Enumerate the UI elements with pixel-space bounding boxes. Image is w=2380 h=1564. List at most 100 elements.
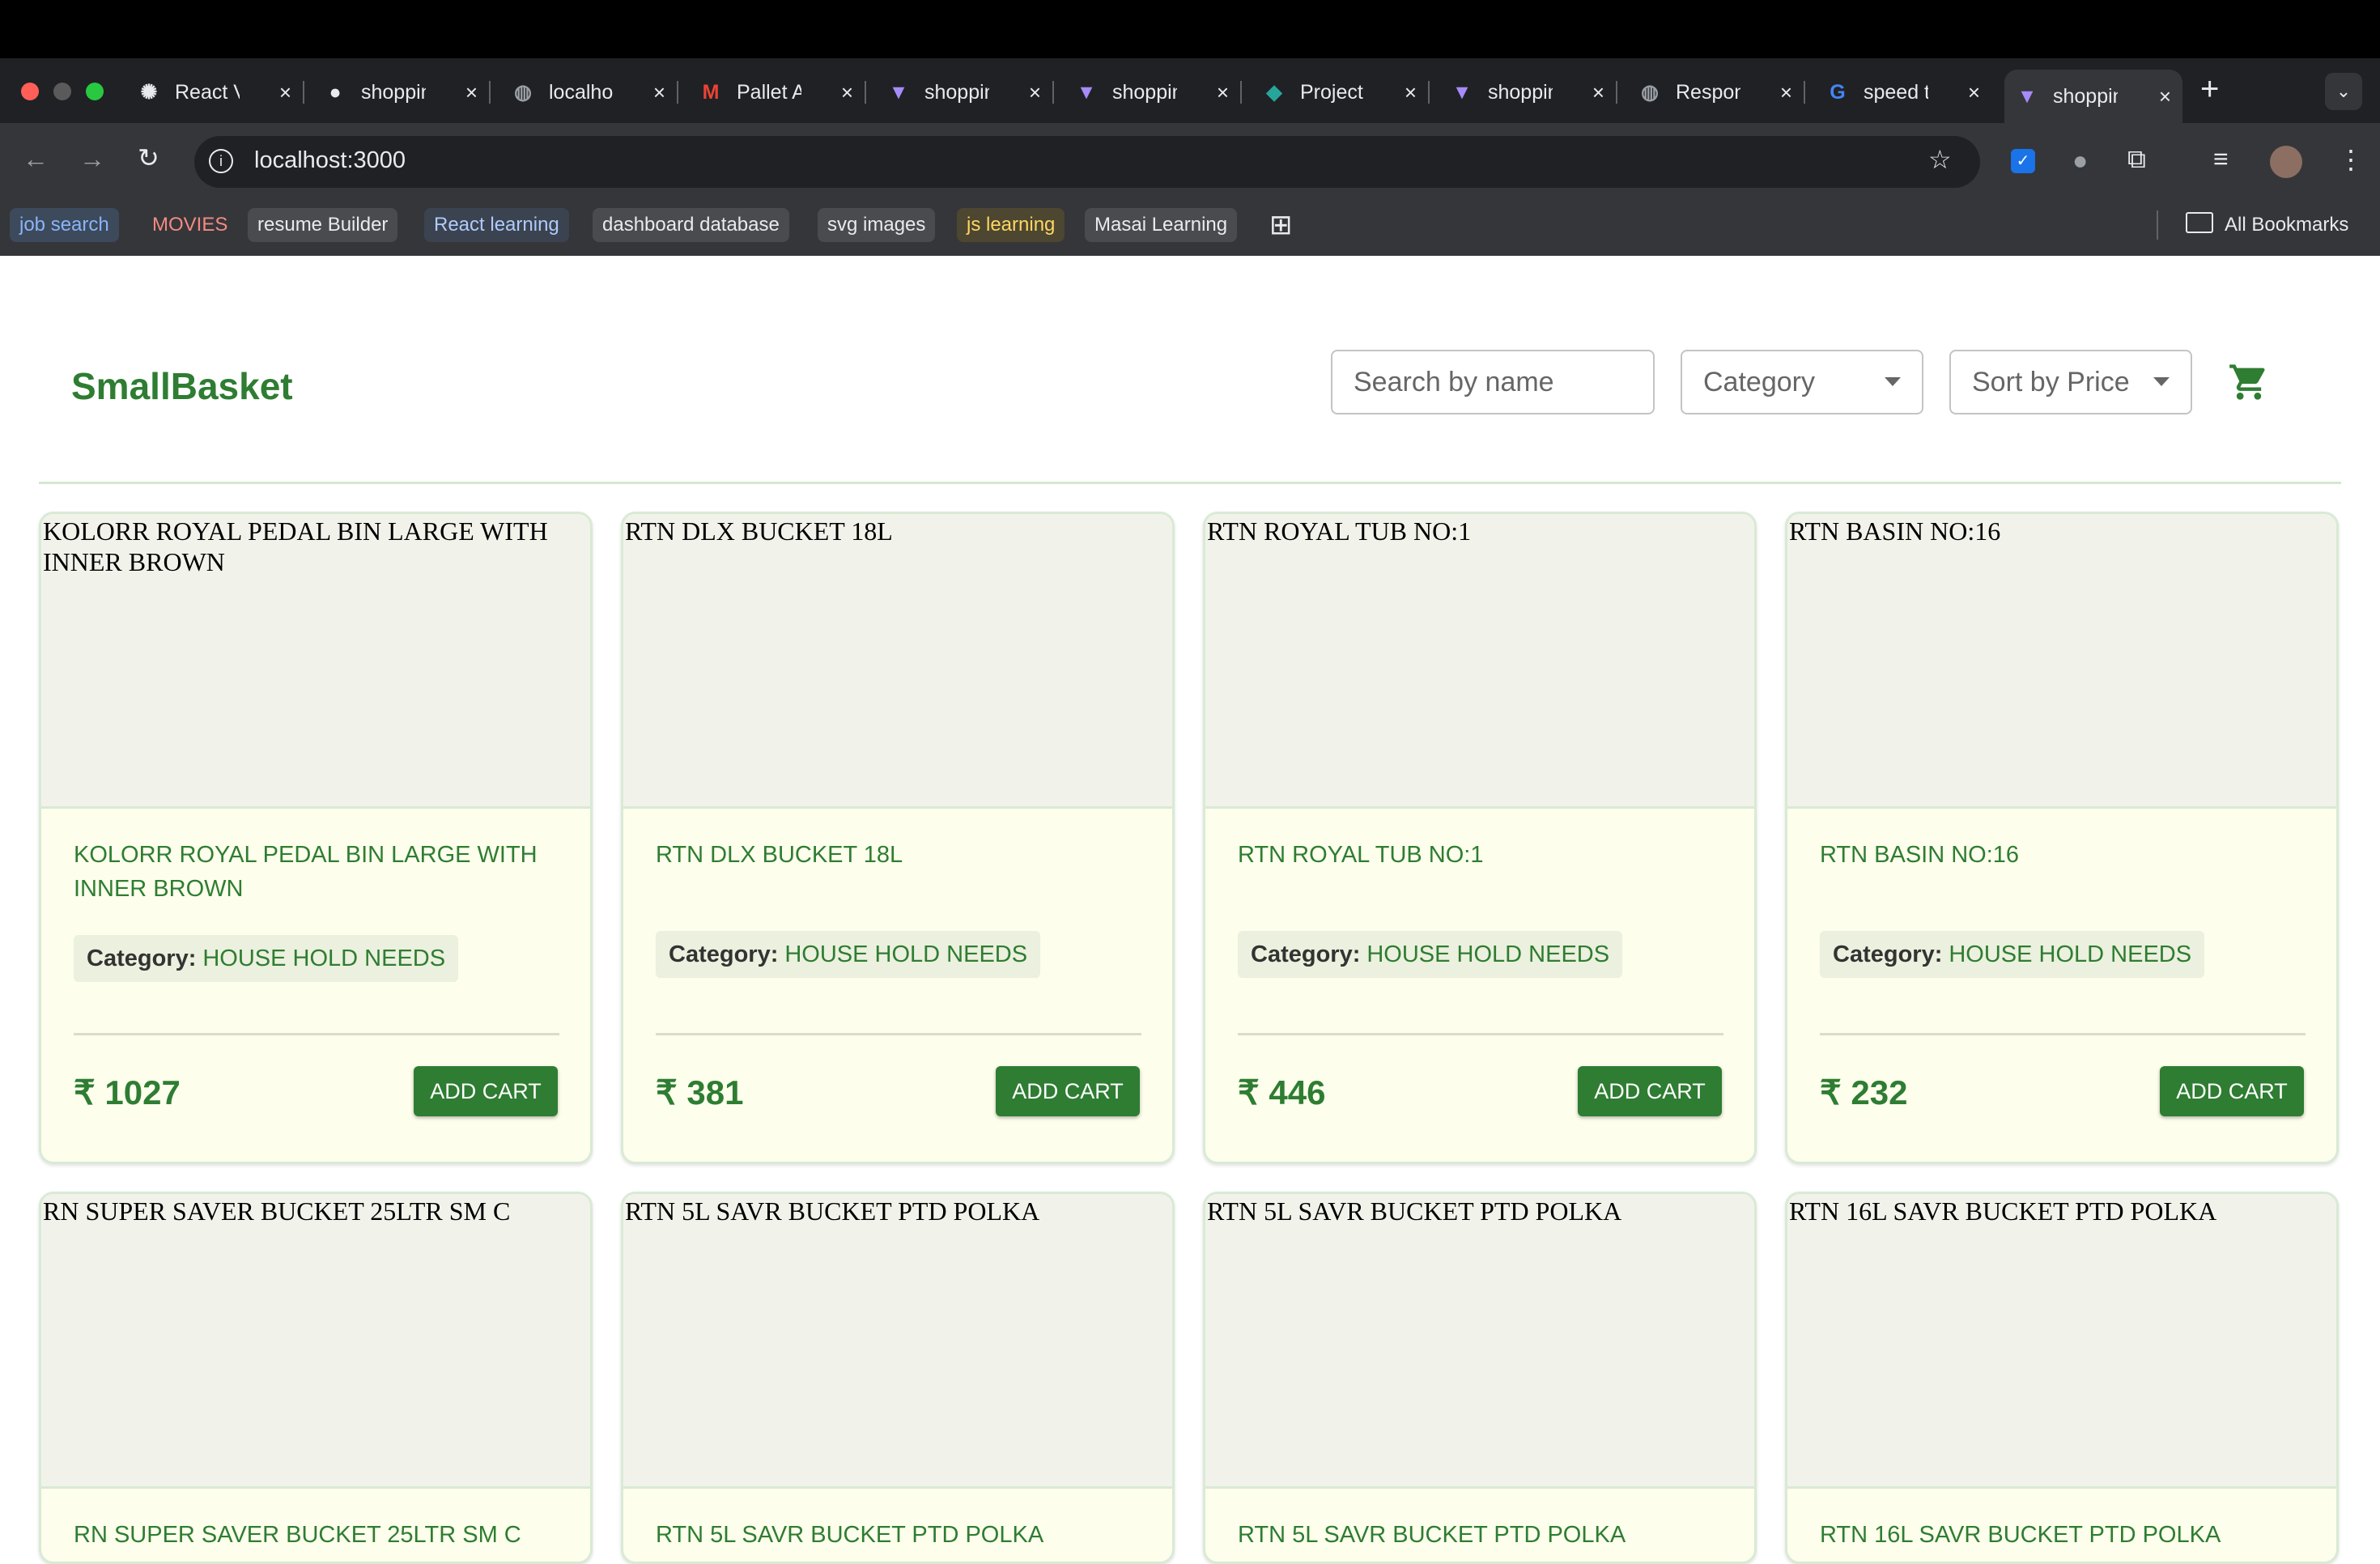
add-cart-button[interactable]: ADD CART xyxy=(2160,1066,2304,1116)
close-tab-icon[interactable]: × xyxy=(279,80,291,105)
tab-separator xyxy=(1052,81,1054,104)
chevron-down-icon xyxy=(1885,377,1901,386)
product-card[interactable]: RTN ROYAL TUB NO:1 RTN ROYAL TUB NO:1 Cate… xyxy=(1203,512,1757,1164)
product-image: RTN DLX BUCKET 18L xyxy=(623,514,1172,809)
bookmark-item[interactable]: MOVIES xyxy=(142,208,238,242)
product-image: RTN ROYAL TUB NO:1 xyxy=(1205,514,1754,809)
site-logo[interactable]: SmallBasket xyxy=(71,364,293,408)
tab-separator xyxy=(1804,81,1805,104)
close-tab-icon[interactable]: × xyxy=(1029,80,1041,105)
close-tab-icon[interactable]: × xyxy=(1217,80,1229,105)
new-tab-icon[interactable]: + xyxy=(2200,71,2219,108)
vite-icon: ▼ xyxy=(1076,80,1097,104)
browser-tab[interactable]: Gspeed t × xyxy=(1826,70,1980,115)
close-window-button[interactable] xyxy=(21,83,39,100)
bookmark-item[interactable]: React learning xyxy=(424,208,569,242)
close-tab-icon[interactable]: × xyxy=(653,80,665,105)
close-tab-icon[interactable]: × xyxy=(1968,80,1980,105)
tab-title: speed t xyxy=(1864,80,1928,104)
bookmark-item[interactable]: js learning xyxy=(957,208,1065,242)
bookmark-item[interactable]: svg images xyxy=(818,208,936,242)
product-image-alt: RTN 5L SAVR BUCKET PTD POLKA xyxy=(1207,1196,1622,1226)
product-card[interactable]: RTN 5L SAVR BUCKET PTD POLKA RTN 5L SAVR … xyxy=(621,1192,1175,1564)
product-price: ₹ 1027 xyxy=(74,1073,181,1111)
zoom-window-button[interactable] xyxy=(86,83,104,100)
add-cart-button[interactable]: ADD CART xyxy=(414,1066,558,1116)
sort-select[interactable]: Sort by Price xyxy=(1949,350,2192,414)
browser-tab[interactable]: ▼ shoppin × xyxy=(1451,70,1604,115)
tab-separator xyxy=(303,81,304,104)
bookmark-star-icon[interactable]: ☆ xyxy=(1928,144,1952,175)
product-title: RTN 16L SAVR BUCKET PTD POLKA xyxy=(1820,1522,2221,1548)
chevron-down-icon xyxy=(2153,377,2170,386)
diamond-icon: ◆ xyxy=(1266,81,1282,104)
product-title: RTN 5L SAVR BUCKET PTD POLKA xyxy=(656,1522,1044,1548)
browser-tab[interactable]: ▼ shoppin × xyxy=(1075,70,1229,115)
product-title: RN SUPER SAVER BUCKET 25LTR SM C xyxy=(74,1522,521,1548)
product-image-alt: RTN DLX BUCKET 18L xyxy=(625,516,893,546)
category-value: HOUSE HOLD NEEDS xyxy=(784,941,1028,967)
bookmark-item[interactable]: Masai Learning xyxy=(1085,208,1238,242)
media-control-icon[interactable]: ≡ xyxy=(2213,144,2229,174)
bookmark-item[interactable]: resume Builder xyxy=(248,208,398,242)
product-card[interactable]: RTN DLX BUCKET 18L RTN DLX BUCKET 18L Cate… xyxy=(621,512,1175,1164)
search-input[interactable]: Search by name xyxy=(1331,350,1655,414)
product-card[interactable]: KOLORR ROYAL PEDAL BIN LARGE WITH INNER … xyxy=(39,512,593,1164)
close-tab-icon[interactable]: × xyxy=(1405,80,1417,105)
product-image-alt: RTN 5L SAVR BUCKET PTD POLKA xyxy=(625,1196,1040,1226)
browser-tab[interactable]: ▼ shoppin × xyxy=(2004,70,2182,123)
apps-grid-icon[interactable]: ⊞ xyxy=(1269,209,1293,241)
close-tab-icon[interactable]: × xyxy=(841,80,853,105)
browser-tab[interactable]: ◆ Project × xyxy=(1263,70,1417,115)
bookmark-item[interactable]: job search xyxy=(10,208,119,242)
product-image-alt: KOLORR ROYAL PEDAL BIN LARGE WITH INNER … xyxy=(43,516,548,576)
browser-tab[interactable]: ● shoppin × xyxy=(324,70,478,115)
bookmark-item[interactable]: dashboard database xyxy=(593,208,789,242)
product-price: ₹ 232 xyxy=(1820,1073,1908,1111)
forward-icon[interactable]: → xyxy=(79,144,105,174)
address-bar[interactable] xyxy=(194,136,1980,188)
close-tab-icon[interactable]: × xyxy=(1780,80,1792,105)
close-tab-icon[interactable]: × xyxy=(1592,80,1604,105)
product-card[interactable]: RTN 5L SAVR BUCKET PTD POLKA RTN 5L SAVR … xyxy=(1203,1192,1757,1564)
category-value: HOUSE HOLD NEEDS xyxy=(1949,941,2192,967)
browser-tab[interactable]: ◍ localhos × xyxy=(512,70,665,115)
close-tab-icon[interactable]: × xyxy=(2159,84,2171,109)
tab-title: shoppin xyxy=(361,80,426,104)
product-card[interactable]: RN SUPER SAVER BUCKET 25LTR SM C RN SUPER… xyxy=(39,1192,593,1564)
add-cart-button[interactable]: ADD CART xyxy=(996,1066,1140,1116)
product-image: KOLORR ROYAL PEDAL BIN LARGE WITH INNER … xyxy=(41,514,590,809)
extension-icon[interactable]: ● xyxy=(2072,146,2088,176)
product-card[interactable]: RTN 16L SAVR BUCKET PTD POLKA RTN 16L SAV… xyxy=(1785,1192,2339,1564)
folder-icon[interactable] xyxy=(2186,212,2213,233)
all-bookmarks[interactable]: All Bookmarks xyxy=(2225,214,2348,236)
browser-tab[interactable]: ✺ React V × xyxy=(138,70,291,115)
browser-tab[interactable]: M Pallet A × xyxy=(699,70,853,115)
product-card[interactable]: RTN BASIN NO:16 RTN BASIN NO:16 Category: H… xyxy=(1785,512,2339,1164)
minimize-window-button[interactable] xyxy=(53,83,71,100)
tab-search-icon[interactable]: ⌄ xyxy=(2325,73,2362,110)
product-image: RTN 5L SAVR BUCKET PTD POLKA xyxy=(623,1194,1172,1489)
card-divider xyxy=(656,1033,1141,1035)
menu-kebab-icon[interactable]: ⋮ xyxy=(2338,144,2364,175)
extension-check-icon[interactable]: ✓ xyxy=(2011,149,2035,173)
extensions-puzzle-icon[interactable]: ⧉ xyxy=(2127,144,2146,175)
close-tab-icon[interactable]: × xyxy=(465,80,478,105)
google-icon: G xyxy=(1830,80,1846,104)
browser-tab[interactable]: ◍ Respon × xyxy=(1638,70,1792,115)
avatar[interactable] xyxy=(2270,146,2302,178)
reload-icon[interactable]: ↻ xyxy=(138,142,159,173)
cart-icon[interactable] xyxy=(2228,361,2270,403)
tab-title: React V xyxy=(175,80,240,104)
browser-tab[interactable]: ▼ shoppin × xyxy=(887,70,1041,115)
back-icon[interactable]: ← xyxy=(23,144,49,174)
tab-title: localhos xyxy=(549,80,614,104)
category-key: Category: xyxy=(1251,941,1361,967)
add-cart-button[interactable]: ADD CART xyxy=(1578,1066,1722,1116)
gmail-icon: M xyxy=(702,80,720,104)
category-select[interactable]: Category xyxy=(1681,350,1923,414)
tab-separator xyxy=(1616,81,1617,104)
url-text[interactable]: localhost:3000 xyxy=(254,147,406,174)
category-key: Category: xyxy=(87,945,197,971)
site-info-icon[interactable]: i xyxy=(209,149,233,173)
